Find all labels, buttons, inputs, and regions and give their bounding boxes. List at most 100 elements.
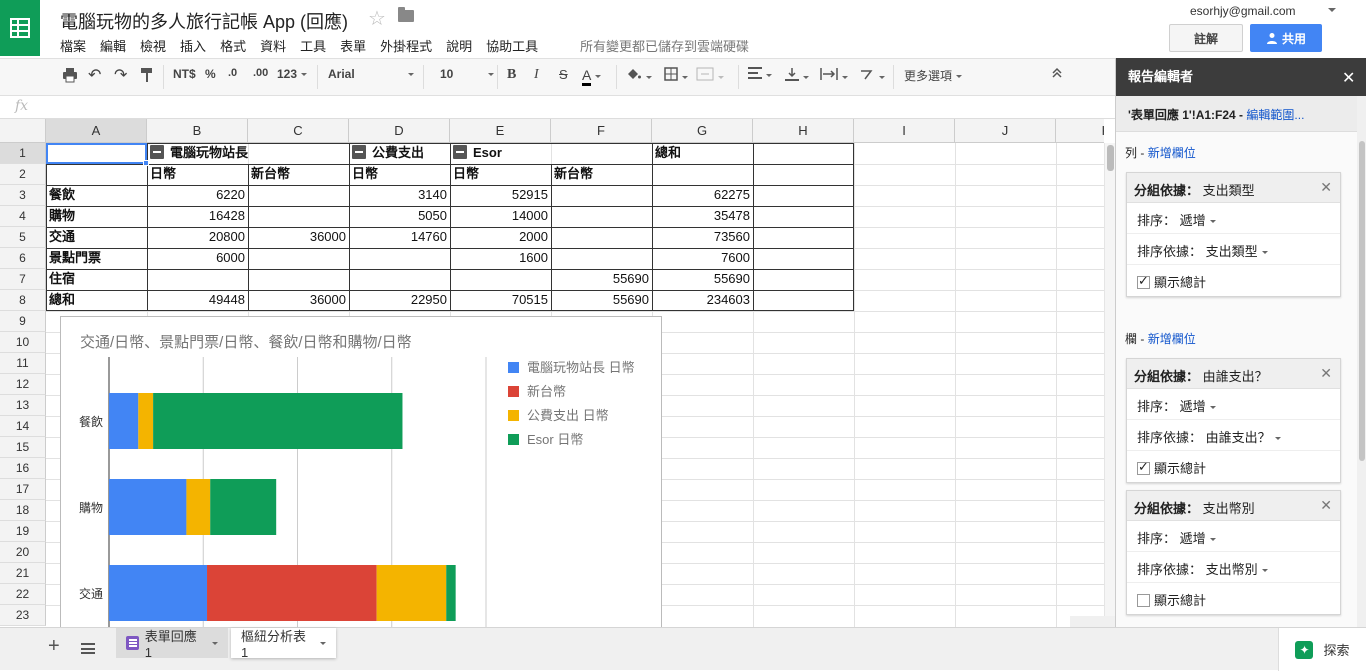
chevron-down-icon[interactable] (320, 641, 326, 645)
all-sheets-menu-icon[interactable] (81, 643, 95, 654)
show-totals-checkbox[interactable] (1137, 594, 1150, 607)
print-icon[interactable] (62, 67, 78, 86)
value-cell[interactable]: 6220 (147, 185, 248, 206)
show-totals-checkbox[interactable] (1137, 273, 1150, 289)
account-email[interactable]: esorhjy@gmail.com (1190, 4, 1296, 18)
menu-edit[interactable]: 編輯 (100, 36, 126, 55)
value-cell[interactable] (551, 248, 652, 269)
increase-decimal-button[interactable]: .00 (253, 67, 268, 79)
more-options-button[interactable]: 更多選項 (904, 67, 963, 84)
vertical-scrollbar[interactable] (1104, 143, 1115, 627)
row-header[interactable]: 4 (0, 206, 46, 227)
row-header[interactable]: 19 (0, 521, 46, 542)
value-cell[interactable]: 14760 (349, 227, 450, 248)
value-cell[interactable]: 49448 (147, 290, 248, 311)
value-cell[interactable]: 36000 (248, 290, 349, 311)
decrease-decimal-button[interactable]: .0 (228, 67, 237, 79)
value-cell[interactable]: 55690 (551, 290, 652, 311)
row-header[interactable]: 14 (0, 416, 46, 437)
value-cell[interactable]: 14000 (450, 206, 551, 227)
value-cell[interactable]: 3140 (349, 185, 450, 206)
fill-handle[interactable] (143, 160, 149, 166)
fill-color-icon[interactable] (626, 67, 652, 84)
pivot-group-header[interactable]: 電腦玩物站長 (147, 143, 349, 164)
formula-bar[interactable]: fx (0, 96, 1115, 119)
strikethrough-button[interactable]: S (559, 67, 568, 82)
menu-accessibility[interactable]: 協助工具 (486, 36, 538, 55)
value-cell[interactable] (248, 269, 349, 290)
add-sheet-icon[interactable]: + (48, 635, 60, 658)
row-label-cell[interactable]: 餐飲 (46, 185, 147, 206)
value-cell[interactable]: 1600 (450, 248, 551, 269)
row-header[interactable]: 8 (0, 290, 46, 311)
font-select[interactable]: Arial (328, 67, 414, 81)
sheet-tab-form-responses[interactable]: 表單回應 1 (116, 628, 228, 660)
column-header[interactable]: H (753, 119, 854, 143)
row-header[interactable]: 17 (0, 479, 46, 500)
value-cell[interactable]: 2000 (450, 227, 551, 248)
paint-format-icon[interactable] (140, 67, 154, 86)
value-cell[interactable]: 20800 (147, 227, 248, 248)
value-cell[interactable] (248, 206, 349, 227)
percent-format-button[interactable]: % (205, 67, 216, 81)
text-wrap-icon[interactable] (820, 67, 848, 84)
scrollbar-thumb[interactable] (1107, 145, 1114, 171)
cell[interactable]: 日幣 (450, 164, 551, 185)
merge-cells-icon[interactable] (696, 67, 724, 84)
value-cell[interactable]: 6000 (147, 248, 248, 269)
show-totals-checkbox[interactable] (1137, 459, 1150, 475)
borders-icon[interactable] (664, 67, 688, 84)
row-header[interactable]: 7 (0, 269, 46, 290)
star-icon[interactable]: ☆ (368, 6, 386, 31)
value-cell[interactable] (248, 185, 349, 206)
row-header[interactable]: 3 (0, 185, 46, 206)
vertical-align-icon[interactable] (785, 67, 809, 84)
row-label-cell[interactable]: 購物 (46, 206, 147, 227)
sort-by-dropdown[interactable]: 支出類型 (1206, 244, 1268, 259)
value-cell[interactable]: 52915 (450, 185, 551, 206)
row-header[interactable]: 5 (0, 227, 46, 248)
column-header[interactable]: F (551, 119, 652, 143)
value-cell[interactable]: 7600 (652, 248, 753, 269)
chevron-down-icon[interactable] (1328, 8, 1336, 12)
pivot-group-header[interactable]: Esor (450, 143, 551, 164)
row-header[interactable]: 11 (0, 353, 46, 374)
order-dropdown[interactable]: 遞增 (1180, 213, 1216, 228)
value-cell[interactable] (551, 227, 652, 248)
add-row-field-link[interactable]: 新增欄位 (1148, 146, 1196, 160)
sheets-logo-icon[interactable] (0, 0, 40, 56)
text-color-button[interactable]: A (582, 67, 602, 86)
cell[interactable]: 日幣 (147, 164, 248, 185)
close-icon[interactable]: ✕ (1342, 68, 1355, 88)
value-cell[interactable] (147, 269, 248, 290)
row-label-cell[interactable]: 住宿 (46, 269, 147, 290)
close-icon[interactable]: ✕ (1320, 179, 1332, 196)
value-cell[interactable] (349, 269, 450, 290)
value-cell[interactable]: 70515 (450, 290, 551, 311)
text-rotation-icon[interactable] (859, 67, 885, 84)
row-header[interactable]: 21 (0, 563, 46, 584)
cell[interactable]: 新台幣 (551, 164, 652, 185)
sort-by-dropdown[interactable]: 由誰支出？ (1206, 430, 1281, 445)
redo-icon[interactable]: ↷ (114, 65, 127, 85)
column-header[interactable]: G (652, 119, 753, 143)
folder-icon[interactable] (398, 7, 414, 22)
bold-button[interactable]: B (507, 67, 516, 83)
row-header[interactable]: 22 (0, 584, 46, 605)
column-header[interactable]: I (854, 119, 955, 143)
collapse-toolbar-icon[interactable] (1051, 67, 1063, 82)
chevron-down-icon[interactable] (212, 641, 218, 645)
value-cell[interactable]: 22950 (349, 290, 450, 311)
collapse-icon[interactable] (453, 145, 467, 159)
row-label-cell[interactable]: 交通 (46, 227, 147, 248)
explore-button[interactable]: ✦ 探索 (1278, 628, 1366, 671)
column-header[interactable]: B (147, 119, 248, 143)
close-icon[interactable]: ✕ (1320, 365, 1332, 382)
more-formats-button[interactable]: 123 (277, 67, 308, 81)
value-cell[interactable] (551, 206, 652, 227)
value-cell[interactable]: 35478 (652, 206, 753, 227)
row-label-cell[interactable]: 景點門票 (46, 248, 147, 269)
column-header[interactable]: C (248, 119, 349, 143)
menu-help[interactable]: 說明 (446, 36, 472, 55)
menu-tools[interactable]: 工具 (300, 36, 326, 55)
